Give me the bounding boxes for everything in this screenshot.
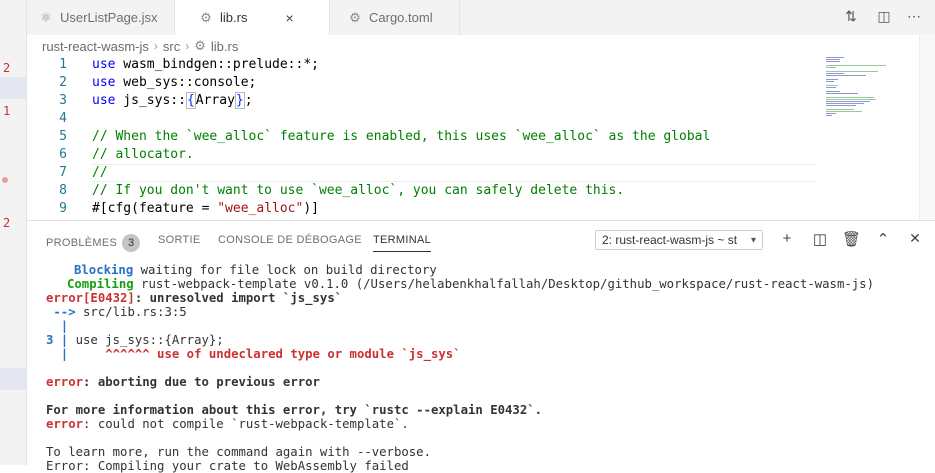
gear-file-icon: ⚙: [349, 9, 361, 25]
code-line: use web_sys::console;: [92, 75, 257, 90]
terminal-select[interactable]: 2: rust-react-wasm-js ~ st ▾: [595, 230, 763, 250]
line-number: 1: [59, 57, 67, 72]
rust-file-icon: ⚙: [200, 9, 212, 25]
activity-gutter: 2 1 2: [0, 0, 27, 465]
trash-icon[interactable]: 🗑: [842, 230, 861, 248]
editor-tab-bar: ⚛ UserListPage.jsx ⚙ lib.rs × ⚙ Cargo.to…: [27, 0, 935, 35]
maximize-panel-icon[interactable]: ⌃: [874, 230, 892, 248]
terminal-line: Blocking waiting for file lock on build …: [74, 263, 437, 277]
rust-file-icon: ⚙: [194, 38, 206, 53]
code-editor[interactable]: 1 2 3 4 5 6 7 8 9 use wasm_bindgen::prel…: [27, 55, 817, 220]
code-line: //: [92, 165, 108, 180]
tab-lib-rs[interactable]: ⚙ lib.rs ×: [175, 0, 330, 35]
react-file-icon: ⚛: [40, 9, 52, 25]
code-line: // When the `wee_alloc` feature is enabl…: [92, 129, 711, 144]
problem-count-mark: 2: [3, 61, 11, 75]
problem-count-mark: 1: [3, 104, 11, 118]
problems-count-badge: 3: [122, 234, 141, 252]
terminal-line: error[E0432]: unresolved import `js_sys`: [46, 291, 343, 305]
terminal-line: Compiling rust-webpack-template v0.1.0 (…: [67, 277, 874, 291]
terminal-select-value: 2: rust-react-wasm-js ~ st: [602, 233, 738, 247]
chevron-down-icon: ▾: [750, 234, 756, 246]
breadcrumb-folder[interactable]: src: [163, 39, 180, 54]
terminal-line: For more information about this error, t…: [46, 403, 543, 417]
minimap[interactable]: [826, 55, 886, 145]
tab-debug-console[interactable]: CONSOLE DE DÉBOGAGE: [218, 234, 362, 246]
close-panel-icon[interactable]: ✕: [906, 230, 924, 247]
line-number: 8: [59, 183, 67, 198]
new-terminal-icon[interactable]: +: [778, 230, 796, 247]
split-editor-icon[interactable]: ◫: [875, 8, 893, 25]
terminal-line: --> src/lib.rs:3:5: [46, 305, 187, 319]
code-line: use wasm_bindgen::prelude::*;: [92, 57, 319, 72]
tab-terminal[interactable]: TERMINAL: [373, 234, 432, 252]
compare-changes-icon[interactable]: ⇅: [842, 8, 860, 25]
line-number: 4: [59, 111, 67, 126]
code-line: // allocator.: [92, 147, 194, 162]
split-terminal-icon[interactable]: ◫: [811, 230, 829, 248]
gutter-selection: [0, 368, 26, 390]
problem-count-mark: 2: [3, 216, 11, 230]
more-actions-icon[interactable]: ⋯: [905, 8, 923, 25]
code-line: #[cfg(feature = "wee_alloc")]: [92, 201, 319, 216]
tab-cargo-toml[interactable]: ⚙ Cargo.toml: [330, 0, 460, 35]
terminal-line: | ^^^^^^ use of undeclared type or modul…: [46, 347, 461, 361]
tab-output[interactable]: SORTIE: [158, 234, 201, 246]
editor-scrollbar[interactable]: [919, 35, 935, 220]
line-number: 3: [59, 93, 67, 108]
terminal-line: |: [46, 319, 69, 333]
tab-userlistpage[interactable]: ⚛ UserListPage.jsx: [27, 0, 175, 35]
current-line-highlight: [92, 164, 817, 182]
bottom-panel: PROBLÈMES 3 SORTIE CONSOLE DE DÉBOGAGE TE…: [27, 220, 935, 473]
line-number: 6: [59, 147, 67, 162]
tab-label: lib.rs: [220, 10, 248, 25]
breadcrumb: rust-react-wasm-js › src › ⚙ lib.rs: [42, 37, 238, 55]
terminal-line: error: aborting due to previous error: [46, 375, 320, 389]
terminal-line: To learn more, run the command again wit…: [46, 445, 431, 459]
gutter-selection: [0, 77, 26, 99]
line-number: 9: [59, 201, 67, 216]
chevron-right-icon: ›: [153, 39, 158, 53]
terminal-line: Error: Compiling your crate to WebAssemb…: [46, 459, 409, 473]
code-line: // If you don't want to use `wee_alloc`,…: [92, 183, 625, 198]
tab-label: UserListPage.jsx: [60, 10, 158, 25]
breadcrumb-file[interactable]: lib.rs: [211, 39, 238, 54]
breadcrumb-project[interactable]: rust-react-wasm-js: [42, 39, 149, 54]
tab-label: Cargo.toml: [369, 10, 433, 25]
chevron-right-icon: ›: [185, 39, 190, 53]
breakpoint-dot-icon: [2, 177, 8, 183]
terminal-line: error: could not compile `rust-webpack-t…: [46, 417, 409, 431]
tab-problems[interactable]: PROBLÈMES 3: [46, 234, 141, 252]
close-icon[interactable]: ×: [285, 10, 293, 26]
line-number: 7: [59, 165, 67, 180]
line-number: 5: [59, 129, 67, 144]
code-line: use js_sys::{Array};: [92, 92, 253, 109]
terminal-line: 3 | use js_sys::{Array};: [46, 333, 224, 347]
line-number: 2: [59, 75, 67, 90]
